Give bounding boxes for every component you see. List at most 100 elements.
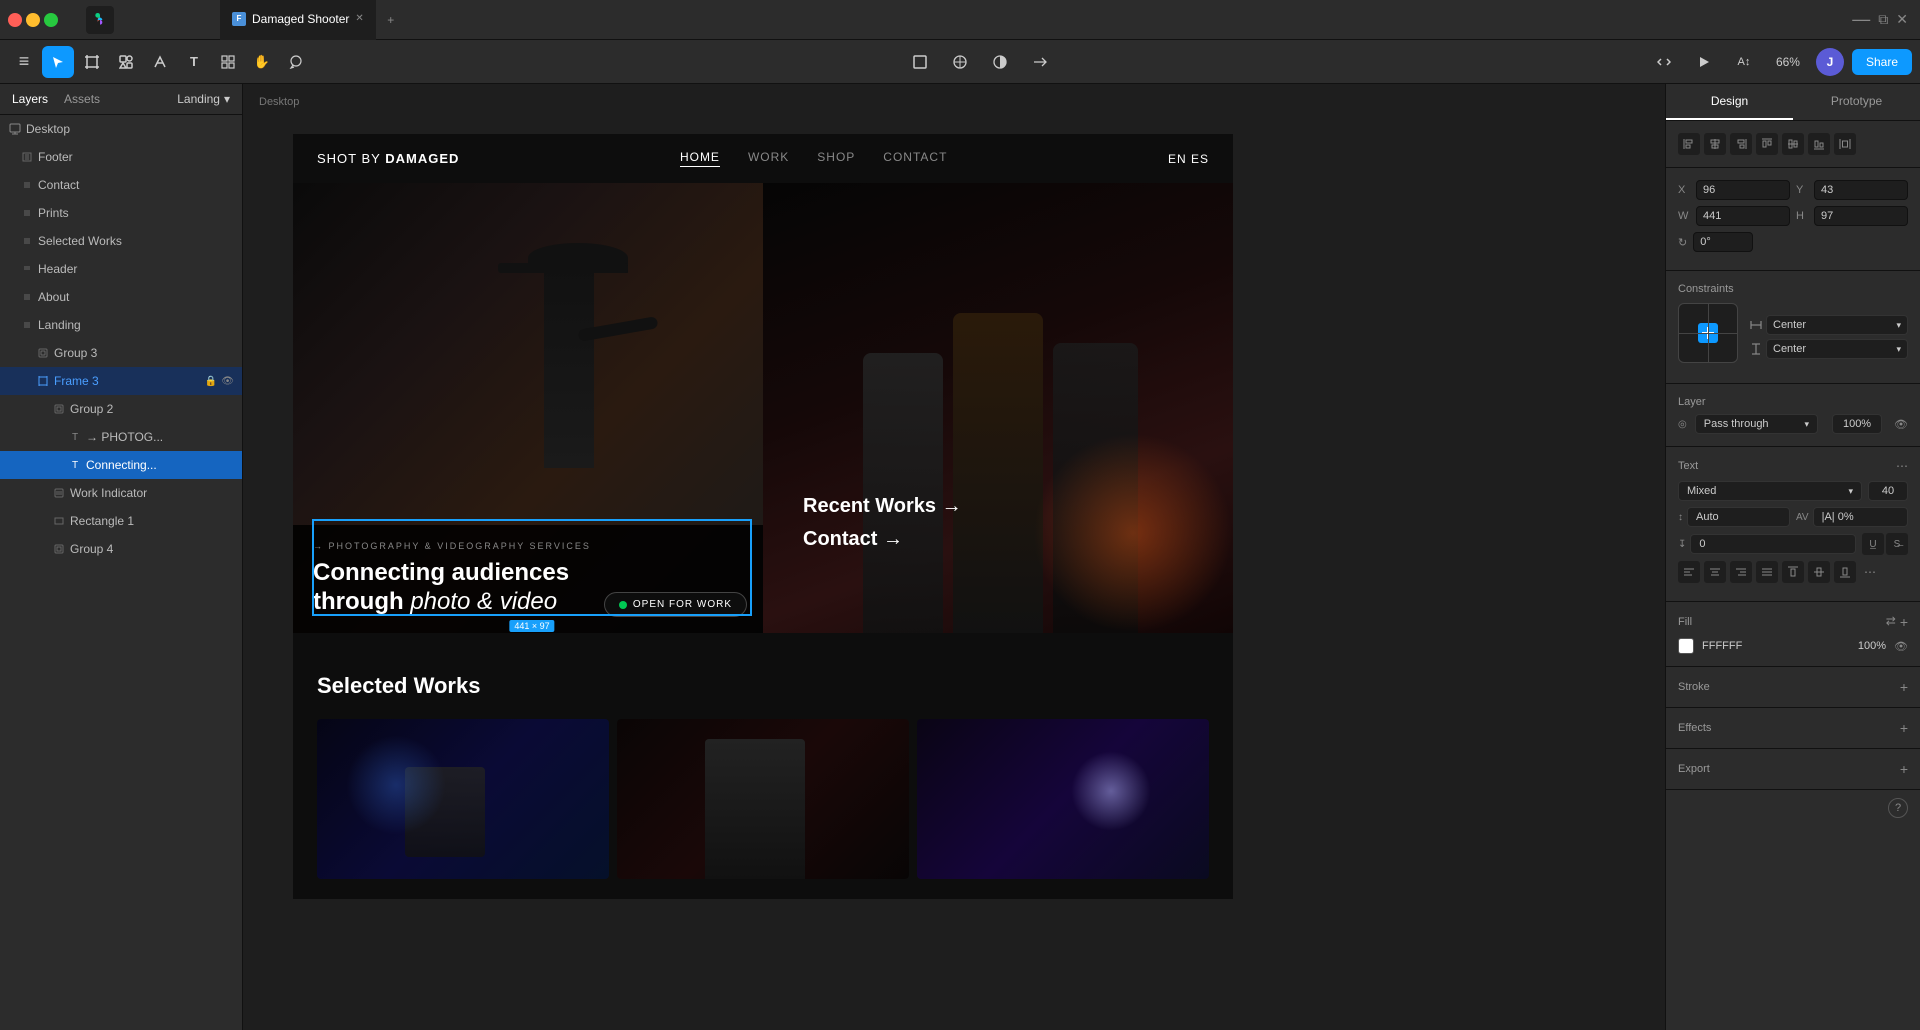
work-item-1[interactable] [317, 719, 609, 879]
indent-input[interactable]: 0 [1690, 534, 1856, 554]
close-button[interactable] [8, 13, 22, 27]
layer-footer[interactable]: Footer [0, 143, 242, 171]
a-text-tool[interactable]: A↕ [1728, 46, 1760, 78]
contrast-tool[interactable] [984, 46, 1016, 78]
layer-photog[interactable]: T → PHOTOG... [0, 423, 242, 451]
tab-layers[interactable]: Layers [12, 92, 48, 106]
fill-swap-icon[interactable]: ⇄ [1886, 614, 1896, 630]
browser-minimize[interactable]: — [1852, 9, 1870, 30]
page-selector[interactable]: Landing ▾ [177, 92, 230, 106]
nav-work[interactable]: WORK [748, 150, 789, 167]
contact-link[interactable]: Contact → [803, 528, 962, 551]
help-button[interactable]: ? [1888, 798, 1908, 818]
strikethrough-btn[interactable]: S̶ [1886, 533, 1908, 555]
layer-header[interactable]: Header [0, 255, 242, 283]
text-align-justify[interactable] [1756, 561, 1778, 583]
fill-opacity-value[interactable]: 100% [1858, 640, 1886, 652]
opacity-input[interactable]: 100% [1832, 414, 1882, 434]
hero-cta-button[interactable]: OPEN FOR WORK [604, 592, 747, 617]
text-more-icon[interactable]: ⋯ [1896, 459, 1908, 473]
y-input[interactable]: 43 [1814, 180, 1908, 200]
layer-group3[interactable]: Group 3 [0, 339, 242, 367]
cursor-tool[interactable] [42, 46, 74, 78]
text-align-left[interactable] [1678, 561, 1700, 583]
text-align-right[interactable] [1730, 561, 1752, 583]
frame-picker-tool[interactable] [904, 46, 936, 78]
tab-assets[interactable]: Assets [64, 92, 100, 106]
minimize-button[interactable] [26, 13, 40, 27]
valign-bottom-btn[interactable] [1834, 561, 1856, 583]
language-selector[interactable]: EN ES [1168, 152, 1209, 166]
comment-tool[interactable] [280, 46, 312, 78]
fill-add-icon[interactable]: + [1900, 614, 1908, 630]
nav-contact[interactable]: CONTACT [883, 150, 947, 167]
play-button[interactable] [1688, 46, 1720, 78]
layer-desktop[interactable]: Desktop [0, 115, 242, 143]
effects-add-btn[interactable]: + [1900, 720, 1908, 736]
tab-design[interactable]: Design [1666, 84, 1793, 120]
menu-tool[interactable]: ≡ [8, 46, 40, 78]
fill-color-value[interactable]: FFFFFF [1702, 640, 1742, 652]
kern-input[interactable]: |A| 0% [1813, 507, 1908, 527]
layer-rectangle1[interactable]: Rectangle 1 [0, 507, 242, 535]
shapes-tool[interactable] [110, 46, 142, 78]
tab-prototype[interactable]: Prototype [1793, 84, 1920, 120]
hand-tool[interactable]: ✋ [246, 46, 278, 78]
layer-connecting[interactable]: T Connecting... [0, 451, 242, 479]
zoom-level[interactable]: 66% [1768, 55, 1808, 69]
layer-group2[interactable]: Group 2 [0, 395, 242, 423]
layer-contact[interactable]: Contact [0, 171, 242, 199]
w-input[interactable]: 441 [1696, 206, 1790, 226]
valign-top-btn[interactable] [1782, 561, 1804, 583]
align-middle-btn[interactable] [1782, 133, 1804, 155]
layer-work-indicator[interactable]: Work Indicator [0, 479, 242, 507]
align-left-btn[interactable] [1678, 133, 1700, 155]
pen-tool[interactable] [144, 46, 176, 78]
text-more-btn[interactable]: ⋯ [1864, 565, 1876, 579]
layer-group4[interactable]: Group 4 [0, 535, 242, 563]
text-tool[interactable]: T [178, 46, 210, 78]
tab-close-button[interactable]: ✕ [355, 13, 363, 24]
share-button[interactable]: Share [1852, 49, 1912, 75]
x-input[interactable]: 96 [1696, 180, 1790, 200]
nav-home[interactable]: HOME [680, 150, 720, 167]
component-tool[interactable] [212, 46, 244, 78]
underline-btn[interactable]: U̲ [1862, 533, 1884, 555]
user-avatar[interactable]: J [1816, 48, 1844, 76]
code-view-button[interactable] [1648, 46, 1680, 78]
work-item-3[interactable] [917, 719, 1209, 879]
export-add-btn[interactable]: + [1900, 761, 1908, 777]
text-align-center[interactable] [1704, 561, 1726, 583]
layer-frame3[interactable]: Frame 3 🔒 👁 [0, 367, 242, 395]
layer-prints[interactable]: Prints [0, 199, 242, 227]
font-size-input[interactable]: 40 [1868, 481, 1908, 501]
maximize-button[interactable] [44, 13, 58, 27]
fill-visibility-icon[interactable]: 👁 [1894, 640, 1908, 653]
layer-visibility-btn[interactable]: 👁 [1894, 418, 1908, 431]
h-input[interactable]: 97 [1814, 206, 1908, 226]
align-right-btn[interactable] [1730, 133, 1752, 155]
browser-tab-active[interactable]: F Damaged Shooter ✕ [220, 0, 376, 40]
fill-color-swatch[interactable] [1678, 638, 1694, 654]
frame-tool[interactable] [76, 46, 108, 78]
prototype-flow-tool[interactable] [1024, 46, 1056, 78]
browser-close[interactable]: ✕ [1896, 11, 1908, 28]
nav-shop[interactable]: SHOP [817, 150, 855, 167]
h-constraint-dropdown[interactable]: Center ▾ [1766, 315, 1908, 335]
distribute-h-btn[interactable] [1834, 133, 1856, 155]
align-top-btn[interactable] [1756, 133, 1778, 155]
rotation-input[interactable]: 0° [1693, 232, 1753, 252]
stroke-add-btn[interactable]: + [1900, 679, 1908, 695]
browser-restore[interactable]: ⧉ [1878, 11, 1888, 28]
font-family-dropdown[interactable]: Mixed ▾ [1678, 481, 1862, 501]
valign-middle-btn[interactable] [1808, 561, 1830, 583]
line-height-input[interactable]: Auto [1687, 507, 1790, 527]
layer-selected-works[interactable]: Selected Works [0, 227, 242, 255]
align-center-h-btn[interactable] [1704, 133, 1726, 155]
layer-about[interactable]: About [0, 283, 242, 311]
align-bottom-btn[interactable] [1808, 133, 1830, 155]
fill-picker-tool[interactable] [944, 46, 976, 78]
recent-works-link[interactable]: Recent Works → [803, 495, 962, 518]
work-item-2[interactable] [617, 719, 909, 879]
blend-mode-dropdown[interactable]: Pass through ▾ [1695, 414, 1818, 434]
